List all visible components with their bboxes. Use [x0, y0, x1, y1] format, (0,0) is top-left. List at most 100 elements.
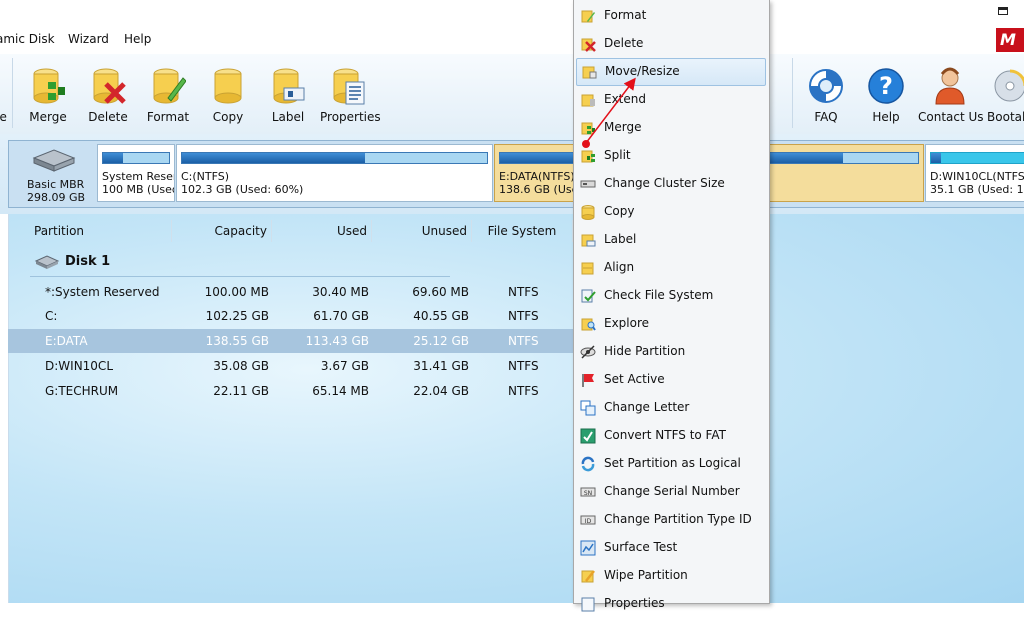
menu-item-copy[interactable]: Copy	[574, 198, 769, 226]
menu-item-split[interactable]: Split	[574, 142, 769, 170]
cell-used: 3.67 GB	[320, 359, 369, 373]
partition-block-c[interactable]: C:(NTFS) 102.3 GB (Used: 60%)	[176, 144, 493, 202]
set-active-flag-icon	[582, 374, 594, 387]
partition-block-d-win10cl[interactable]: D:WIN10CL(NTFS) 35.1 GB (Used: 10%	[925, 144, 1024, 202]
menu-item-wipe-partition[interactable]: Wipe Partition	[574, 562, 769, 590]
align-icon	[581, 262, 594, 275]
cell-used: 61.70 GB	[313, 309, 369, 323]
menu-item-change-serial-number[interactable]: SN Change Serial Number	[574, 478, 769, 506]
menu-item-hide-partition[interactable]: Hide Partition	[574, 338, 769, 366]
toolbar-button-delete[interactable]: Delete	[84, 54, 132, 134]
column-header-unused[interactable]: Unused	[372, 220, 472, 242]
column-header-partition[interactable]: Partition	[30, 220, 172, 242]
toolbar-label: Help	[872, 110, 900, 124]
menu-item-set-active[interactable]: Set Active	[574, 366, 769, 394]
partition-list-area	[0, 214, 1024, 603]
toolbar-label: Merge	[29, 110, 67, 124]
menu-item-merge[interactable]: Merge	[574, 114, 769, 142]
usage-bar	[102, 152, 170, 164]
hide-partition-icon	[580, 345, 596, 359]
cell-partition: D:WIN10CL	[45, 359, 113, 373]
menu-wizard[interactable]: Wizard	[68, 32, 109, 46]
column-header-capacity[interactable]: Capacity	[172, 220, 272, 242]
menu-item-extend[interactable]: Extend	[574, 86, 769, 114]
column-header-used[interactable]: Used	[272, 220, 372, 242]
toolbar-button-faq[interactable]: FAQ	[802, 54, 850, 134]
column-header-file-system[interactable]: File System	[472, 220, 573, 242]
menu-item-align[interactable]: Align	[574, 254, 769, 282]
hard-disk-icon	[32, 149, 76, 172]
menu-item-delete[interactable]: Delete	[574, 30, 769, 58]
cell-unused: 22.04 GB	[413, 384, 469, 398]
menu-item-properties[interactable]: Properties	[574, 590, 769, 618]
partition-name: D:WIN10CL(NTFS)	[930, 171, 1024, 183]
table-row[interactable]: D:WIN10CL 35.08 GB 3.67 GB 31.41 GB NTFS	[8, 354, 573, 378]
delete-icon	[581, 38, 596, 52]
menu-item-label: Change Serial Number	[604, 484, 740, 498]
set-logical-icon	[581, 456, 595, 472]
disk-icon	[34, 255, 60, 269]
disk-label: Disk 1	[65, 254, 111, 269]
menu-item-set-partition-as-logical[interactable]: Set Partition as Logical	[574, 450, 769, 478]
cell-partition: E:DATA	[45, 334, 88, 348]
label-icon	[581, 234, 596, 247]
disk-summary[interactable]: Basic MBR 298.09 GB	[18, 144, 94, 204]
contact-icon	[935, 67, 965, 105]
svg-text:ID: ID	[585, 518, 592, 525]
maximize-icon[interactable]	[998, 7, 1008, 15]
toolbar-label: Label	[271, 110, 305, 124]
merge-icon	[581, 122, 595, 135]
menu-item-label: Change Cluster Size	[604, 176, 725, 190]
table-row-selected[interactable]: E:DATA 138.55 GB 113.43 GB 25.12 GB NTFS	[8, 329, 573, 353]
menu-item-label[interactable]: Label	[574, 226, 769, 254]
partition-info: 102.3 GB (Used: 60%)	[181, 184, 304, 196]
properties-icon	[333, 68, 365, 105]
menu-item-convert-ntfs-to-fat[interactable]: Convert NTFS to FAT	[574, 422, 769, 450]
left-panel-edge	[0, 214, 9, 603]
table-row[interactable]: C: 102.25 GB 61.70 GB 40.55 GB NTFS	[8, 304, 573, 328]
toolbar-label: Properties	[320, 110, 381, 124]
menu-item-surface-test[interactable]: Surface Test	[574, 534, 769, 562]
cell-used: 30.40 MB	[312, 285, 369, 299]
menu-help[interactable]: Help	[124, 32, 151, 46]
menu-item-format[interactable]: Format	[574, 2, 769, 30]
menu-item-check-file-system[interactable]: Check File System	[574, 282, 769, 310]
toolbar-button-merge[interactable]: Merge	[24, 54, 72, 134]
lifebuoy-icon	[809, 69, 843, 103]
menu-item-label: Split	[604, 148, 631, 162]
toolbar-button-copy[interactable]: Copy	[204, 54, 252, 134]
change-letter-icon	[580, 400, 596, 416]
menu-item-change-cluster-size[interactable]: Change Cluster Size	[574, 170, 769, 198]
table-row[interactable]: G:TECHRUM 22.11 GB 65.14 MB 22.04 GB NTF…	[8, 379, 573, 403]
toolbar-label: Contact Us	[918, 110, 984, 124]
menu-item-label: Set Partition as Logical	[604, 456, 741, 470]
menu-item-label: Properties	[604, 596, 665, 610]
toolbar-separator	[792, 58, 793, 128]
toolbar-button-format[interactable]: Format	[144, 54, 192, 134]
menu-item-change-partition-type-id[interactable]: ID Change Partition Type ID	[574, 506, 769, 534]
type-id-icon: ID	[580, 515, 596, 525]
toolbar-button-bootable[interactable]: Bootabl	[984, 54, 1024, 134]
partition-block-system-reserved[interactable]: System Reserv 100 MB (Used:	[97, 144, 175, 202]
toolbar-button-label[interactable]: Label	[264, 54, 312, 134]
menu-item-label: Surface Test	[604, 540, 678, 554]
table-row[interactable]: *:System Reserved 100.00 MB 30.40 MB 69.…	[8, 280, 573, 304]
menu-item-label: Set Active	[604, 372, 665, 386]
toolbar-button-resize[interactable]: ze	[0, 54, 10, 134]
copy-icon	[214, 68, 242, 104]
check-file-system-icon	[581, 289, 596, 303]
cell-capacity: 102.25 GB	[205, 309, 269, 323]
toolbar-label: ze	[0, 110, 7, 124]
menu-item-explore[interactable]: Explore	[574, 310, 769, 338]
toolbar-button-help[interactable]: ? Help	[862, 54, 910, 134]
menu-bar: amic Disk Wizard Help	[0, 24, 1024, 54]
menu-dynamic-disk[interactable]: amic Disk	[0, 32, 55, 46]
toolbar-button-contact-us[interactable]: Contact Us	[918, 54, 984, 134]
menu-item-change-letter[interactable]: Change Letter	[574, 394, 769, 422]
cell-capacity: 138.55 GB	[205, 334, 269, 348]
toolbar-separator	[12, 58, 13, 128]
menu-item-move-resize[interactable]: Move/Resize	[576, 58, 766, 86]
cell-used: 113.43 GB	[305, 334, 369, 348]
menu-item-label: Explore	[604, 316, 650, 330]
toolbar-button-properties[interactable]: Properties	[320, 54, 381, 134]
